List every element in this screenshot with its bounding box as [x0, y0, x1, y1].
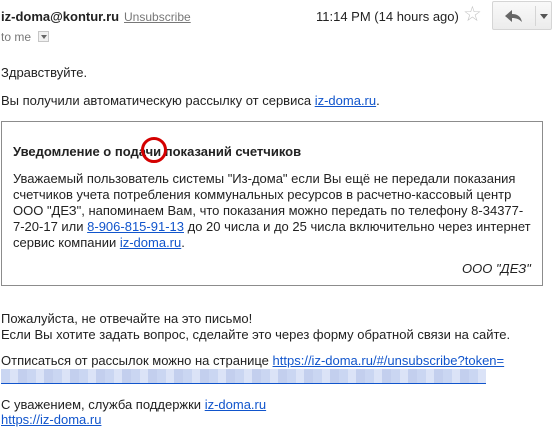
auto-mail-suffix: .	[376, 93, 380, 108]
notice-line: сервис компании iz-doma.ru.	[13, 235, 185, 251]
regards-text: С уважением, служба поддержки	[1, 397, 205, 412]
notice-signature: ООО "ДЕЗ"	[462, 261, 531, 276]
notice-line: счетчиков учета потребления коммунальных…	[13, 187, 512, 202]
unsubscribe-line: Отписаться от рассылок можно на странице…	[1, 353, 504, 369]
notice-line: Уважаемый пользователь системы "Из-дома"…	[13, 171, 516, 186]
unsubscribe-token-link[interactable]: https://iz-doma.ru/#/unsubscribe?token=	[273, 353, 505, 368]
timestamp: 11:14 PM (14 hours ago)	[316, 9, 459, 24]
chevron-down-icon[interactable]	[38, 31, 49, 42]
greeting: Здравствуйте.	[1, 65, 88, 80]
reply-button[interactable]	[492, 1, 552, 30]
regards-line: С уважением, служба поддержки iz-doma.ru	[1, 397, 266, 413]
star-icon[interactable]: ☆	[463, 4, 482, 25]
service-link[interactable]: iz-doma.ru	[315, 93, 376, 108]
company-link[interactable]: iz-doma.ru	[120, 235, 181, 250]
more-options-icon[interactable]	[540, 14, 548, 19]
notice-text: до 20 числа и до 25 числа включительно ч…	[184, 219, 531, 234]
site-link-line: https://iz-doma.ru	[1, 412, 101, 428]
button-divider	[535, 6, 536, 26]
no-reply-text: Пожалуйста, не отвечайте на это письмо!	[1, 311, 253, 326]
redacted-token[interactable]	[1, 369, 486, 384]
auto-mail-line: Вы получили автоматическую рассылку от с…	[1, 93, 380, 109]
recipient-label: to me	[1, 30, 32, 44]
phone-link[interactable]: 8-906-815-91-13	[87, 219, 184, 234]
highlight-circle	[141, 137, 167, 163]
reply-icon	[505, 10, 522, 22]
notice-line: 7-20-17 или 8-906-815-91-13 до 20 числа …	[13, 219, 531, 235]
sender-address[interactable]: iz-doma@kontur.ru	[1, 9, 119, 24]
unsubscribe-text: Отписаться от рассылок можно на странице	[1, 353, 273, 368]
notice-text: .	[181, 235, 185, 250]
notice-line: ООО "ДЕЗ", напоминаем Вам, что показания…	[13, 203, 524, 218]
feedback-text: Если Вы хотите задать вопрос, сделайте э…	[1, 327, 511, 342]
site-link[interactable]: https://iz-doma.ru	[1, 412, 101, 427]
unsubscribe-link[interactable]: Unsubscribe	[124, 10, 191, 24]
notice-text: 7-20-17 или	[13, 219, 88, 234]
support-link[interactable]: iz-doma.ru	[205, 397, 266, 412]
notice-text: сервис компании	[13, 235, 120, 250]
auto-mail-text: Вы получили автоматическую рассылку от с…	[1, 93, 315, 108]
